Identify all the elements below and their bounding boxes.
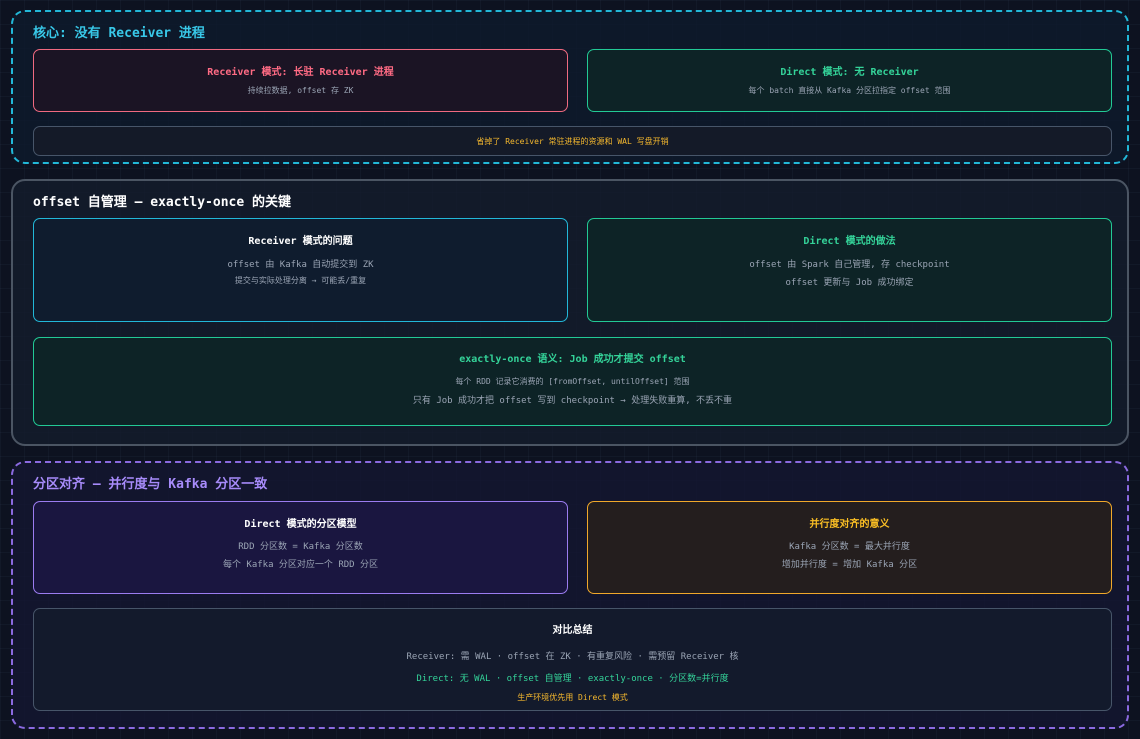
partition-model-line1: RDD 分区数 = Kafka 分区数 — [238, 542, 363, 552]
exactly-once-title: exactly-once 语义: Job 成功才提交 offset — [459, 354, 686, 365]
parallelism-line1: Kafka 分区数 = 最大并行度 — [789, 542, 910, 552]
section-partition: 分区对齐 — 并行度与 Kafka 分区一致 Direct 模式的分区模型 RD… — [11, 461, 1129, 729]
receiver-mode-box: Receiver 模式: 长驻 Receiver 进程 持续拉数据, offse… — [33, 49, 568, 112]
section-offset: offset 自管理 — exactly-once 的关键 Receiver 模… — [11, 179, 1129, 446]
partition-model-line2: 每个 Kafka 分区对应一个 RDD 分区 — [222, 560, 379, 570]
exactly-once-line1: 每个 RDD 记录它消费的 [fromOffset, untilOffset] … — [455, 377, 690, 386]
receiver-problem-line2: 提交与实际处理分离 → 可能丢/重复 — [234, 276, 367, 285]
section-title-core: 核心: 没有 Receiver 进程 — [33, 26, 205, 41]
section-core: 核心: 没有 Receiver 进程 Receiver 模式: 长驻 Recei… — [11, 10, 1129, 164]
direct-mode-box: Direct 模式: 无 Receiver 每个 batch 直接从 Kafka… — [587, 49, 1112, 112]
exactly-once-line2: 只有 Job 成功才把 offset 写到 checkpoint → 处理失败重… — [412, 396, 733, 406]
section-title-offset: offset 自管理 — exactly-once 的关键 — [33, 195, 292, 210]
exactly-once-box: exactly-once 语义: Job 成功才提交 offset 每个 RDD… — [33, 337, 1112, 426]
summary-receiver: Receiver: 需 WAL · offset 在 ZK · 有重复风险 · … — [406, 652, 739, 662]
parallelism-line2: 增加并行度 = 增加 Kafka 分区 — [781, 560, 918, 570]
parallelism-box: 并行度对齐的意义 Kafka 分区数 = 最大并行度 增加并行度 = 增加 Ka… — [587, 501, 1112, 594]
summary-note: 生产环境优先用 Direct 模式 — [517, 693, 628, 702]
overhead-note: 省掉了 Receiver 常驻进程的资源和 WAL 写盘开销 — [476, 137, 669, 146]
summary-direct: Direct: 无 WAL · offset 自管理 · exactly-onc… — [416, 674, 729, 684]
direct-mode-line: 每个 batch 直接从 Kafka 分区拉指定 offset 范围 — [748, 86, 951, 95]
receiver-problem-line1: offset 由 Kafka 自动提交到 ZK — [227, 260, 374, 270]
receiver-mode-line: 持续拉数据, offset 存 ZK — [247, 86, 354, 95]
direct-approach-line2: offset 更新与 Job 成功绑定 — [785, 278, 914, 288]
receiver-problem-box: Receiver 模式的问题 offset 由 Kafka 自动提交到 ZK 提… — [33, 218, 568, 322]
partition-model-box: Direct 模式的分区模型 RDD 分区数 = Kafka 分区数 每个 Ka… — [33, 501, 568, 594]
section-title-partition: 分区对齐 — 并行度与 Kafka 分区一致 — [33, 477, 268, 492]
partition-model-title: Direct 模式的分区模型 — [244, 519, 357, 530]
summary-title: 对比总结 — [552, 625, 593, 636]
receiver-mode-title: Receiver 模式: 长驻 Receiver 进程 — [207, 67, 394, 78]
direct-mode-title: Direct 模式: 无 Receiver — [780, 67, 919, 78]
direct-approach-line1: offset 由 Spark 自己管理, 存 checkpoint — [749, 260, 950, 270]
direct-approach-title: Direct 模式的做法 — [803, 236, 896, 247]
overhead-note-box: 省掉了 Receiver 常驻进程的资源和 WAL 写盘开销 — [33, 126, 1112, 156]
summary-box: 对比总结 Receiver: 需 WAL · offset 在 ZK · 有重复… — [33, 608, 1112, 711]
receiver-problem-title: Receiver 模式的问题 — [248, 236, 353, 247]
direct-approach-box: Direct 模式的做法 offset 由 Spark 自己管理, 存 chec… — [587, 218, 1112, 322]
parallelism-title: 并行度对齐的意义 — [809, 519, 890, 530]
